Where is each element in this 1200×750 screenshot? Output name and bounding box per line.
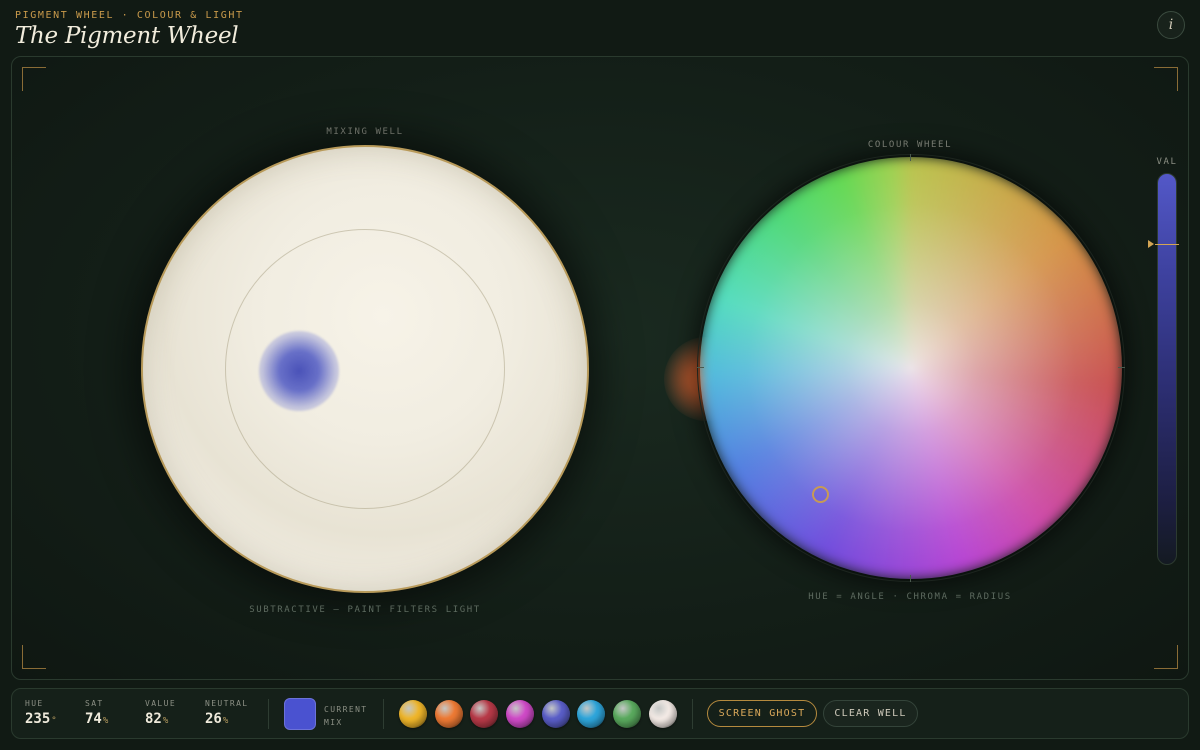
corner-bracket bbox=[1154, 67, 1178, 91]
stat-sat-value: 74 bbox=[85, 711, 102, 727]
stat-neutral-unit: % bbox=[222, 716, 229, 726]
page-title: The Pigment Wheel bbox=[15, 23, 239, 49]
stat-neutral-label: NEUTRAL bbox=[205, 699, 249, 708]
bottom-toolbar: HUE 235° SAT 74% VALUE 82% NEUTRAL 26% C… bbox=[11, 688, 1189, 739]
pigment-magenta[interactable] bbox=[506, 700, 534, 728]
pigment-ultramarine[interactable] bbox=[542, 700, 570, 728]
current-mix-label: CURRENT MIX bbox=[324, 705, 368, 727]
wheel-tick bbox=[910, 154, 911, 161]
colour-wheel-label: COLOUR WHEEL bbox=[867, 140, 953, 150]
stat-sat: SAT 74% bbox=[85, 699, 108, 727]
screen-ghost-button[interactable]: SCREEN GHOST bbox=[707, 700, 817, 727]
stat-hue-unit: ° bbox=[51, 716, 57, 726]
stat-hue-label: HUE bbox=[25, 699, 44, 708]
toolbar-divider bbox=[692, 699, 693, 729]
wheel-tick bbox=[697, 367, 704, 368]
wheel-tick bbox=[1118, 367, 1125, 368]
stat-sat-unit: % bbox=[102, 716, 109, 726]
corner-bracket bbox=[22, 645, 46, 669]
canvas-stage: MIXING WELL SUBTRACTIVE — PAINT FILTERS … bbox=[11, 56, 1189, 680]
mixing-well-caption: SUBTRACTIVE — PAINT FILTERS LIGHT bbox=[249, 605, 481, 615]
stat-value-label: VALUE bbox=[145, 699, 177, 708]
stat-hue-value: 235 bbox=[25, 711, 51, 727]
pigment-cerulean[interactable] bbox=[577, 700, 605, 728]
pigment-crimson[interactable] bbox=[470, 700, 498, 728]
stat-hue: HUE 235° bbox=[25, 699, 57, 727]
app-kicker: PIGMENT WHEEL · COLOUR & LIGHT bbox=[15, 10, 244, 21]
stat-value-value: 82 bbox=[145, 711, 162, 727]
corner-bracket bbox=[22, 67, 46, 91]
info-button[interactable]: i bbox=[1157, 11, 1185, 39]
colour-wheel[interactable] bbox=[697, 154, 1125, 582]
colour-wheel-caption: HUE = ANGLE · CHROMA = RADIUS bbox=[808, 592, 1012, 602]
stat-value: VALUE 82% bbox=[145, 699, 176, 727]
current-mix-swatch bbox=[284, 698, 316, 730]
stat-sat-label: SAT bbox=[85, 699, 104, 708]
toolbar-divider bbox=[268, 699, 269, 729]
header: PIGMENT WHEEL · COLOUR & LIGHT The Pigme… bbox=[15, 10, 244, 49]
pigment-white[interactable] bbox=[649, 700, 677, 728]
wheel-cursor[interactable] bbox=[812, 486, 829, 503]
value-slider-pointer[interactable] bbox=[1148, 240, 1154, 248]
mixing-well-label: MIXING WELL bbox=[326, 127, 404, 137]
toolbar-divider bbox=[383, 699, 384, 729]
stat-neutral: NEUTRAL 26% bbox=[205, 699, 249, 727]
pigment-orange[interactable] bbox=[435, 700, 463, 728]
wheel-edge-shade bbox=[700, 157, 1122, 579]
wheel-tick bbox=[910, 575, 911, 582]
value-slider-handle[interactable] bbox=[1155, 244, 1179, 245]
pigment-green[interactable] bbox=[613, 700, 641, 728]
pigment-yellow[interactable] bbox=[399, 700, 427, 728]
wheel-disc[interactable] bbox=[700, 157, 1122, 579]
stat-neutral-value: 26 bbox=[205, 711, 222, 727]
value-slider-label: VAL bbox=[1156, 157, 1178, 167]
stat-value-unit: % bbox=[162, 716, 169, 726]
mixing-well[interactable] bbox=[141, 145, 589, 593]
clear-well-button[interactable]: CLEAR WELL bbox=[823, 700, 918, 727]
paint-blob[interactable] bbox=[259, 331, 339, 411]
corner-bracket bbox=[1154, 645, 1178, 669]
value-slider[interactable] bbox=[1157, 173, 1177, 565]
